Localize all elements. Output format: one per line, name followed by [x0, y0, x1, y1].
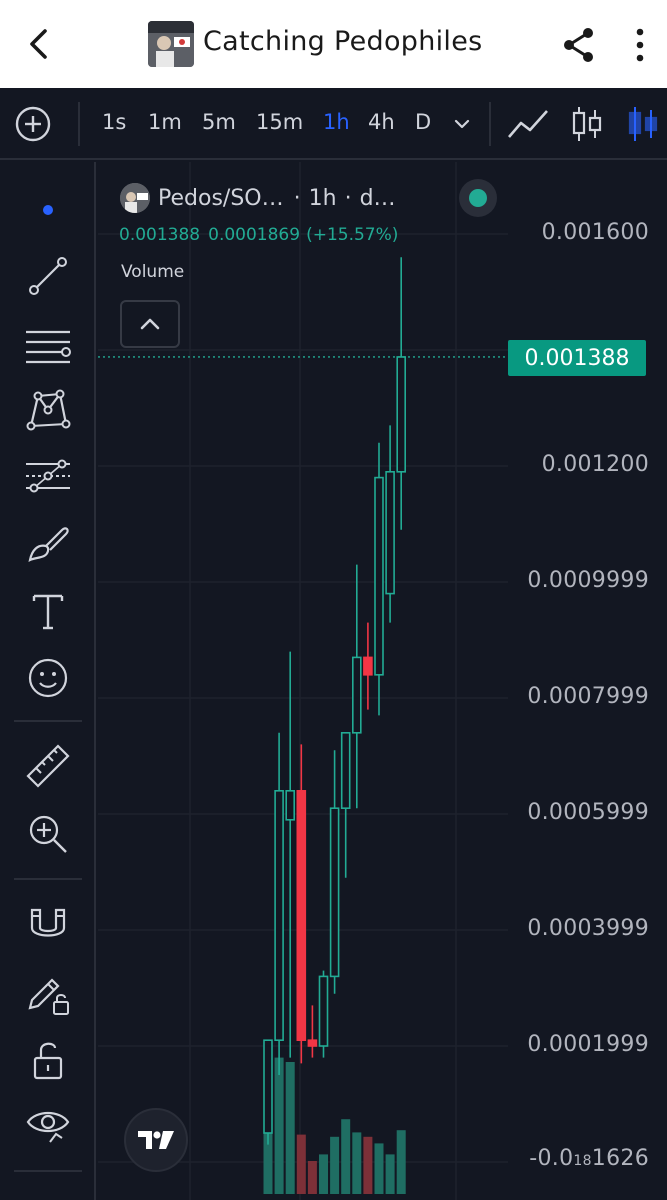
symbol-name[interactable]: Pedos/SO…: [158, 186, 284, 211]
price-axis-bottom-main: -0.0: [529, 1146, 574, 1171]
candle-body[interactable]: [296, 789, 307, 1041]
volume-bar: [341, 1119, 351, 1194]
volume-bar: [385, 1154, 395, 1194]
timeframe-1s[interactable]: 1s: [102, 110, 126, 134]
lock-pencil-icon[interactable]: [22, 968, 74, 1020]
symbol-avatar: [120, 183, 150, 213]
candle-body[interactable]: [307, 1039, 318, 1047]
magnet-icon[interactable]: [22, 900, 74, 952]
chevron-down-icon[interactable]: [450, 112, 474, 136]
chart-toolbar: 1s 1m 5m 15m 1h 4h D: [0, 88, 667, 160]
drawing-toolbar: [0, 162, 96, 1200]
volume-bar: [363, 1136, 373, 1194]
ohlc-change: 0.0001869: [208, 225, 301, 245]
collapse-legend-button[interactable]: [120, 300, 180, 348]
volume-bar: [285, 1062, 295, 1194]
volume-label: Volume: [121, 262, 185, 282]
volume-bar: [307, 1161, 317, 1194]
text-icon[interactable]: [22, 584, 74, 636]
price-axis-label-bottom: -0.0181626: [529, 1146, 649, 1171]
legend-separator: ·: [344, 185, 352, 211]
unlock-icon[interactable]: [22, 1034, 74, 1086]
more-vert-icon[interactable]: [626, 24, 654, 66]
price-axis-label: 0.001600: [541, 220, 649, 245]
emoji-icon[interactable]: [22, 652, 74, 704]
candle-body[interactable]: [385, 470, 395, 595]
pattern-icon[interactable]: [22, 384, 74, 436]
tools-divider: [14, 720, 82, 722]
ohlc-close: 0.001388: [119, 225, 201, 245]
timeframe-15m[interactable]: 15m: [256, 110, 303, 134]
line-chart-icon[interactable]: [506, 104, 550, 144]
legend-interval: 1h: [308, 185, 337, 211]
volume-bar: [374, 1143, 384, 1194]
page-title: Catching Pedophiles: [203, 26, 483, 57]
zoom-in-icon[interactable]: [22, 808, 74, 860]
candle-body[interactable]: [263, 1039, 273, 1134]
legend-source: d…: [359, 185, 396, 211]
candlestick-icon[interactable]: [566, 104, 610, 144]
volume-bar: [274, 1057, 284, 1194]
chart-legend: Pedos/SO… · 1h · d…: [120, 179, 497, 217]
price-axis-label: 0.0005999: [527, 800, 649, 825]
market-status-indicator[interactable]: [459, 179, 497, 217]
volume-bar: [330, 1136, 340, 1194]
tools-divider: [14, 878, 82, 880]
fib-icon[interactable]: [22, 452, 74, 504]
candle-body[interactable]: [363, 656, 373, 676]
brush-icon[interactable]: [22, 518, 74, 570]
timeframe-d[interactable]: D: [415, 110, 431, 134]
candle-body[interactable]: [396, 356, 407, 473]
candle-body[interactable]: [352, 656, 362, 734]
last-price-label: 0.001388: [508, 340, 646, 376]
market-open-dot: [469, 189, 487, 207]
trend-line-icon[interactable]: [22, 250, 74, 302]
timeframe-5m[interactable]: 5m: [202, 110, 236, 134]
crosshair-dot-icon[interactable]: [43, 205, 53, 215]
tradingview-logo-icon: [138, 1131, 174, 1149]
price-axis-label: 0.0003999: [527, 916, 649, 941]
timeframe-4h[interactable]: 4h: [368, 110, 395, 134]
volume-bar: [396, 1130, 406, 1194]
volume-bar: [296, 1134, 306, 1194]
price-axis-label: 0.001200: [541, 452, 649, 477]
parallel-lines-icon[interactable]: [22, 322, 74, 374]
price-axis-label: 0.0001999: [527, 1032, 649, 1057]
back-arrow-icon[interactable]: [20, 24, 60, 64]
bar-chart-icon[interactable]: [620, 104, 664, 144]
add-circle-icon[interactable]: [14, 105, 52, 143]
timeframe-1h[interactable]: 1h: [323, 110, 350, 134]
candle-body[interactable]: [340, 731, 351, 809]
timeframe-1m[interactable]: 1m: [148, 110, 182, 134]
price-chart[interactable]: Pedos/SO… · 1h · d… 0.001388 0.0001869 (+1…: [98, 162, 667, 1200]
ohlc-percent: (+15.57%): [306, 225, 399, 245]
token-avatar: [148, 21, 194, 67]
candle-body[interactable]: [274, 789, 284, 1041]
volume-bar: [352, 1132, 362, 1194]
ruler-icon[interactable]: [22, 740, 74, 792]
price-axis-label: 0.0007999: [527, 684, 649, 709]
price-axis-bottom-subscript: 18: [573, 1153, 592, 1169]
ohlc-values: 0.001388 0.0001869 (+15.57%): [119, 225, 406, 245]
volume-bar: [319, 1154, 328, 1194]
toolbar-divider: [489, 102, 491, 146]
share-icon[interactable]: [558, 24, 600, 66]
candle-body[interactable]: [374, 476, 384, 676]
candle-body[interactable]: [329, 807, 340, 978]
tools-divider: [14, 1170, 82, 1172]
candle-body[interactable]: [285, 789, 295, 821]
chevron-up-icon: [140, 318, 160, 330]
eye-icon[interactable]: [22, 1098, 74, 1150]
app-bar: Catching Pedophiles: [0, 0, 667, 88]
toolbar-divider: [78, 102, 80, 146]
price-axis-label: 0.0009999: [527, 568, 649, 593]
price-axis-bottom-tail: 1626: [591, 1146, 649, 1171]
candle-body[interactable]: [318, 975, 329, 1047]
legend-separator: ·: [293, 185, 301, 211]
tradingview-logo[interactable]: [124, 1108, 188, 1172]
